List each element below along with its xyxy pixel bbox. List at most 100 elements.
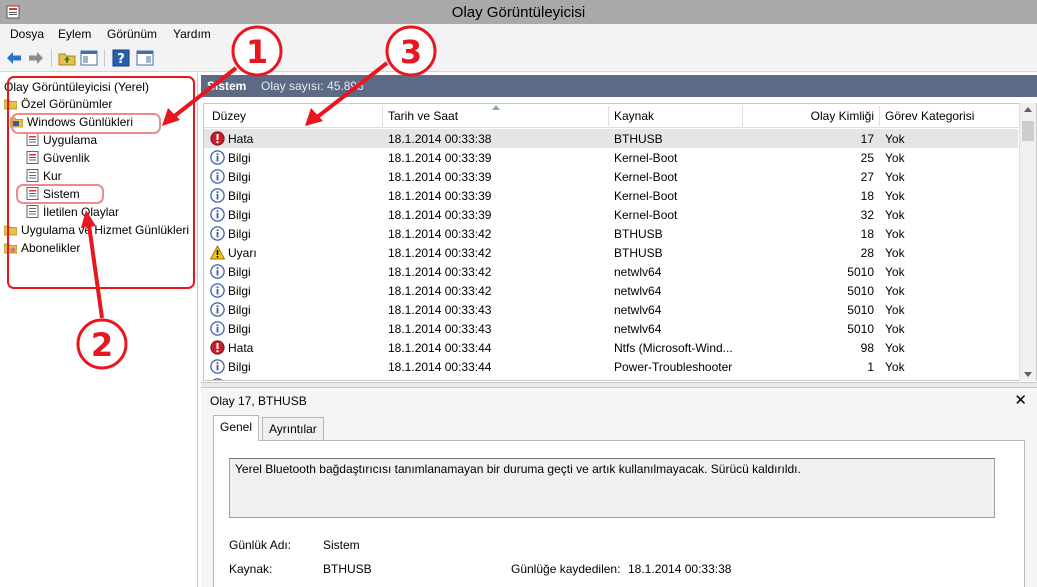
- cell-date: 18.1.2014 00:33:42: [388, 265, 492, 279]
- source-value: BTHUSB: [323, 562, 372, 576]
- cell-date: 18.1.2014 00:33:38: [388, 132, 492, 146]
- cell-date: 18.1.2014 00:33:42: [388, 284, 492, 298]
- tree-item-system[interactable]: Sistem: [26, 186, 80, 202]
- column-level[interactable]: Düzey: [212, 109, 246, 123]
- scroll-up-icon[interactable]: [1024, 107, 1032, 112]
- menu-action[interactable]: Eylem: [58, 27, 91, 41]
- cell-date: 18.1.2014 00:33:43: [388, 322, 492, 336]
- cell-source: netwlv64: [614, 322, 662, 336]
- menu-help[interactable]: Yardım: [173, 27, 211, 41]
- info-icon: [210, 359, 225, 374]
- log-icon: [26, 187, 39, 200]
- cell-task-category: Yok: [885, 379, 905, 380]
- forward-arrow-icon[interactable]: [27, 49, 45, 67]
- back-arrow-icon[interactable]: [5, 49, 23, 67]
- svg-text:?: ?: [117, 52, 125, 67]
- info-icon: [210, 188, 225, 203]
- tree-item-application[interactable]: Uygulama: [26, 132, 97, 148]
- table-row[interactable]: info-iconBilgi18.1.2014 00:34:36netwlv64…: [204, 376, 1018, 380]
- table-row[interactable]: info-iconBilgi18.1.2014 00:33:42netwlv64…: [204, 262, 1018, 281]
- show-hide-action-pane-icon[interactable]: [136, 49, 154, 67]
- cell-event-id: 32: [860, 208, 874, 222]
- error-icon: [210, 131, 225, 146]
- table-row[interactable]: info-iconBilgi18.1.2014 00:33:43netwlv64…: [204, 319, 1018, 338]
- table-row[interactable]: info-iconBilgi18.1.2014 00:33:42BTHUSB18…: [204, 224, 1018, 243]
- cell-level: Bilgi: [228, 208, 251, 222]
- tree-item-subscriptions[interactable]: Abonelikler: [4, 240, 80, 256]
- cell-source: netwlv64: [614, 303, 662, 317]
- cell-task-category: Yok: [885, 170, 905, 184]
- tab-details[interactable]: Ayrıntılar: [262, 417, 324, 441]
- tree-item-setup[interactable]: Kur: [26, 168, 62, 184]
- table-row[interactable]: info-iconBilgi18.1.2014 00:33:42netwlv64…: [204, 281, 1018, 300]
- cell-source: Kernel-Boot: [614, 170, 678, 184]
- cell-level: Bilgi: [228, 170, 251, 184]
- info-icon: [210, 283, 225, 298]
- event-list-scrollbar[interactable]: [1019, 103, 1036, 381]
- menu-file[interactable]: Dosya: [10, 27, 44, 41]
- cell-source: Kernel-Boot: [614, 208, 678, 222]
- tree-item-custom-views[interactable]: Özel Görünümler: [4, 96, 112, 112]
- log-icon: [26, 133, 39, 146]
- show-hide-tree-icon[interactable]: [80, 49, 98, 67]
- info-icon: [210, 264, 225, 279]
- column-task-category[interactable]: Görev Kategorisi: [885, 109, 974, 123]
- tree-item-security[interactable]: Güvenlik: [26, 150, 90, 166]
- table-row[interactable]: info-iconBilgi18.1.2014 00:33:44Power-Tr…: [204, 357, 1018, 376]
- event-description[interactable]: Yerel Bluetooth bağdaştırıcısı tanımlana…: [229, 458, 995, 518]
- tree-item-forwarded-events[interactable]: İletilen Olaylar: [26, 204, 119, 220]
- folder-up-icon[interactable]: [58, 49, 76, 67]
- cell-event-id: 98: [860, 341, 874, 355]
- tab-general[interactable]: Genel: [213, 415, 260, 441]
- general-tab-pane: Yerel Bluetooth bağdaştırıcısı tanımlana…: [213, 440, 1025, 587]
- tree-item-app-service-logs[interactable]: Uygulama ve Hizmet Günlükleri: [4, 222, 189, 238]
- help-icon[interactable]: ?: [112, 49, 130, 67]
- cell-task-category: Yok: [885, 227, 905, 241]
- column-event-id[interactable]: Olay Kimliği: [748, 109, 874, 123]
- info-icon: [210, 207, 225, 222]
- event-detail-pane: Olay 17, BTHUSB ✕ Genel Ayrıntılar Yerel…: [201, 388, 1037, 587]
- cell-source: BTHUSB: [614, 227, 663, 241]
- tree-item-windows-logs[interactable]: Windows Günlükleri: [10, 114, 133, 130]
- subscriptions-icon: [4, 243, 17, 254]
- cell-event-id: 25: [860, 151, 874, 165]
- event-list-header: Düzey Tarih ve Saat Kaynak Olay Kimliği …: [204, 104, 1024, 128]
- cell-event-id: 5010: [847, 265, 874, 279]
- log-name-label: Günlük Adı:: [229, 538, 292, 552]
- cell-date: 18.1.2014 00:33:42: [388, 227, 492, 241]
- table-row[interactable]: warning-iconUyarı18.1.2014 00:33:42BTHUS…: [204, 243, 1018, 262]
- logged-value: 18.1.2014 00:33:38: [628, 562, 732, 576]
- info-icon: [210, 321, 225, 336]
- cell-date: 18.1.2014 00:33:42: [388, 246, 492, 260]
- cell-source: Ntfs (Microsoft-Wind...: [614, 341, 733, 355]
- table-row[interactable]: info-iconBilgi18.1.2014 00:33:39Kernel-B…: [204, 205, 1018, 224]
- tree-root[interactable]: Olay Görüntüleyicisi (Yerel): [4, 79, 149, 95]
- detail-title: Olay 17, BTHUSB: [210, 394, 307, 408]
- table-row[interactable]: info-iconBilgi18.1.2014 00:33:43netwlv64…: [204, 300, 1018, 319]
- table-row[interactable]: error-iconHata18.1.2014 00:33:38BTHUSB17…: [204, 129, 1018, 148]
- toolbar: ?: [0, 44, 1037, 72]
- menu-view[interactable]: Görünüm: [107, 27, 157, 41]
- close-icon[interactable]: ✕: [1014, 391, 1027, 409]
- scroll-down-icon[interactable]: [1024, 372, 1032, 377]
- scroll-thumb[interactable]: [1022, 121, 1034, 141]
- table-row[interactable]: info-iconBilgi18.1.2014 00:33:39Kernel-B…: [204, 148, 1018, 167]
- info-icon: [210, 302, 225, 317]
- info-icon: [210, 169, 225, 184]
- warning-icon: [210, 245, 225, 260]
- column-date[interactable]: Tarih ve Saat: [388, 109, 458, 123]
- log-icon: [26, 205, 39, 218]
- folder-icon: [4, 99, 17, 110]
- folder-icon: [4, 225, 17, 236]
- table-row[interactable]: info-iconBilgi18.1.2014 00:33:39Kernel-B…: [204, 167, 1018, 186]
- sort-ascending-icon: [492, 105, 500, 110]
- column-source[interactable]: Kaynak: [614, 109, 654, 123]
- table-row[interactable]: info-iconBilgi18.1.2014 00:33:39Kernel-B…: [204, 186, 1018, 205]
- title-bar: Olay Görüntüleyicisi: [0, 0, 1037, 24]
- cell-task-category: Yok: [885, 303, 905, 317]
- table-row[interactable]: error-iconHata18.1.2014 00:33:44Ntfs (Mi…: [204, 338, 1018, 357]
- cell-date: 18.1.2014 00:34:36: [388, 379, 491, 380]
- cell-date: 18.1.2014 00:33:39: [388, 151, 492, 165]
- cell-date: 18.1.2014 00:33:39: [388, 170, 492, 184]
- logged-label: Günlüğe kaydedilen:: [511, 562, 621, 576]
